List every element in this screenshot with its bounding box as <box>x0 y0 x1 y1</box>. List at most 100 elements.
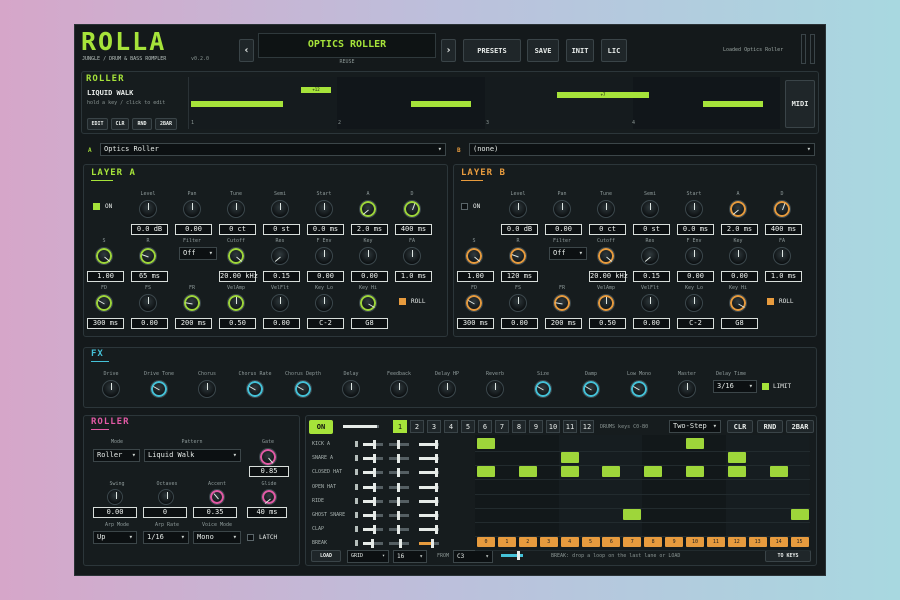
arp-rate-select[interactable]: 1/16 <box>143 531 189 544</box>
layer-b-r-knob[interactable] <box>509 247 527 265</box>
seq-row-vol-handle[interactable] <box>373 468 376 478</box>
layer-a-d-knob[interactable] <box>403 200 421 218</box>
layer-b-f-env-knob[interactable] <box>685 247 703 265</box>
gate-value[interactable]: 0.85 <box>249 466 289 477</box>
layer-b-key-lo-value[interactable]: C-2 <box>677 318 714 329</box>
layer-a-start-value[interactable]: 0.0 ms <box>307 224 344 235</box>
layer-b-a-knob[interactable] <box>729 200 747 218</box>
step-button-12[interactable]: 12 <box>580 420 594 433</box>
layer-a-f-env-knob[interactable] <box>315 247 333 265</box>
license-button[interactable]: LIC <box>601 39 627 62</box>
layer-a-res-value[interactable]: 0.15 <box>263 271 300 282</box>
seq-step-cell[interactable] <box>560 452 579 464</box>
glide-value[interactable]: 40 ms <box>247 507 287 518</box>
layer-a-level-value[interactable]: 0.0 dB <box>131 224 168 235</box>
layer-b-cutoff-value[interactable]: 20.00 kHz <box>589 271 628 282</box>
layer-b-velamp-knob[interactable] <box>597 294 615 312</box>
mode-select[interactable]: Roller <box>93 449 140 462</box>
fx-feedback-knob[interactable] <box>390 380 408 398</box>
seq-row-mute[interactable] <box>355 540 358 547</box>
seq-load-button[interactable]: LOAD <box>311 550 341 562</box>
layer-a-s-value[interactable]: 1.00 <box>87 271 124 282</box>
layer-a-r-knob[interactable] <box>139 247 157 265</box>
layer-b-filter-select[interactable]: Off <box>549 247 587 260</box>
fx-size-knob[interactable] <box>534 380 552 398</box>
fx-chorus-knob[interactable] <box>198 380 216 398</box>
arp-mode-select[interactable]: Up <box>93 531 137 544</box>
seq-row-tune-handle[interactable] <box>435 482 438 492</box>
seq-step-cell[interactable] <box>518 466 537 478</box>
pattern-select[interactable]: Liquid Walk <box>144 449 241 462</box>
layer-b-tune-value[interactable]: 0 ct <box>589 224 626 235</box>
step-button-2[interactable]: 2 <box>410 420 424 433</box>
preset-name[interactable]: OPTICS ROLLER <box>258 39 436 50</box>
layer-a-res-knob[interactable] <box>271 247 289 265</box>
layer-b-a-value[interactable]: 2.0 ms <box>721 224 758 235</box>
layer-b-key-hi-value[interactable]: G8 <box>721 318 758 329</box>
layer-b-pan-value[interactable]: 0.00 <box>545 224 582 235</box>
layer-b-on-checkbox[interactable] <box>461 203 468 210</box>
layer-b-fd-knob[interactable] <box>465 294 483 312</box>
layer-b-start-value[interactable]: 0.0 ms <box>677 224 714 235</box>
layer-b-tune-knob[interactable] <box>597 200 615 218</box>
seq-row-pan-handle[interactable] <box>397 525 400 535</box>
break-slice-15[interactable]: 15 <box>790 537 809 548</box>
break-slice-13[interactable]: 13 <box>748 537 767 548</box>
accent-knob[interactable] <box>209 489 225 505</box>
seq-step-cell[interactable] <box>477 466 495 478</box>
layer-a-a-value[interactable]: 2.0 ms <box>351 224 388 235</box>
layer-b-d-knob[interactable] <box>773 200 791 218</box>
layer-a-semi-value[interactable]: 0 st <box>263 224 300 235</box>
grid-value-select[interactable]: 16 <box>393 550 427 563</box>
layer-b-fr-knob[interactable] <box>553 294 571 312</box>
seq-row-pan-handle[interactable] <box>397 454 400 464</box>
seq-step-cell[interactable] <box>727 452 746 464</box>
layer-a-s-knob[interactable] <box>95 247 113 265</box>
midi-button[interactable]: MIDI <box>785 80 815 128</box>
break-slice-8[interactable]: 8 <box>644 537 663 548</box>
layer-a-key-hi-knob[interactable] <box>359 294 377 312</box>
layer-a-f-env-value[interactable]: 0.00 <box>307 271 344 282</box>
seq-row-vol-handle[interactable] <box>373 482 376 492</box>
layer-b-fd-value[interactable]: 300 ms <box>457 318 494 329</box>
seq-step-cell[interactable] <box>602 466 621 478</box>
prev-preset-button[interactable]: ‹ <box>239 39 254 62</box>
layer-a-filter-select[interactable]: Off <box>179 247 217 260</box>
octaves-value[interactable]: 0 <box>143 507 187 518</box>
layer-a-start-knob[interactable] <box>315 200 333 218</box>
fx-low-mono-knob[interactable] <box>630 380 648 398</box>
next-preset-button[interactable]: › <box>441 39 456 62</box>
fx-drive-knob[interactable] <box>102 380 120 398</box>
fx-chorus-depth-knob[interactable] <box>294 380 312 398</box>
layer-a-semi-knob[interactable] <box>271 200 289 218</box>
swing-value[interactable]: 0.00 <box>93 507 137 518</box>
layer-a-fs-knob[interactable] <box>139 294 157 312</box>
init-button[interactable]: INIT <box>566 39 594 62</box>
save-button[interactable]: SAVE <box>527 39 559 62</box>
layer-a-velamp-knob[interactable] <box>227 294 245 312</box>
break-slice-14[interactable]: 14 <box>769 537 788 548</box>
seq-row-vol-handle[interactable] <box>373 454 376 464</box>
seq-row-tune-handle[interactable] <box>431 539 434 549</box>
break-slice-12[interactable]: 12 <box>727 537 746 548</box>
layer-a-fd-value[interactable]: 300 ms <box>87 318 124 329</box>
layer-b-key-hi-knob[interactable] <box>729 294 747 312</box>
seq-row-vol-handle[interactable] <box>373 440 376 449</box>
layer-a-velamp-value[interactable]: 0.50 <box>219 318 256 329</box>
break-slice-0[interactable]: 0 <box>477 537 495 548</box>
glide-knob[interactable] <box>261 489 277 505</box>
seq-step-cell[interactable] <box>686 438 704 449</box>
break-slider-handle[interactable] <box>517 550 520 560</box>
layer-b-start-knob[interactable] <box>685 200 703 218</box>
from-select[interactable]: C3 <box>453 550 493 563</box>
seq-rnd-button[interactable]: RND <box>757 420 783 433</box>
layer-a-cutoff-value[interactable]: 20.00 kHz <box>219 271 258 282</box>
seq-step-cell[interactable] <box>477 438 495 449</box>
seq-step-cell[interactable] <box>560 466 579 478</box>
roller-2bar-button[interactable]: 2BAR <box>155 118 177 130</box>
layer-b-key-lo-knob[interactable] <box>685 294 703 312</box>
layer-a-key-lo-value[interactable]: C-2 <box>307 318 344 329</box>
layer-a-sample-select[interactable]: Optics Roller <box>100 143 446 156</box>
seq-row-mute[interactable] <box>355 512 358 518</box>
layer-b-level-knob[interactable] <box>509 200 527 218</box>
